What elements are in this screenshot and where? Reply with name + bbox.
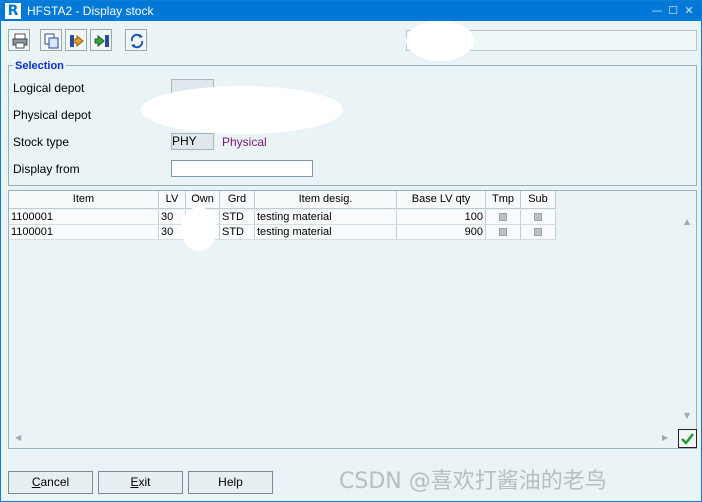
table-row-2-item[interactable]: 1100001 [9,225,159,240]
maximize-button[interactable]: ☐ [665,3,681,19]
help-button[interactable]: Help [188,471,273,494]
stock-type-code: PHY [172,134,197,148]
title-bar[interactable]: R HFSTA2 - Display stock — ☐ ✕ [1,1,701,21]
toolbar [1,21,701,61]
selection-group [8,65,697,186]
stock-type-description: Physical [222,135,267,149]
owner-redaction [181,207,217,251]
selection-legend: Selection [13,60,66,72]
table-row-1-tmp[interactable] [486,210,521,225]
arrow-left-icon [70,34,84,48]
scroll-left-icon[interactable]: ◀ [15,433,21,442]
table-row-1-sub[interactable] [521,210,556,225]
table-row-2-qty[interactable]: 900 [397,225,486,240]
column-header-lv[interactable]: LV [159,191,186,209]
checkmark-icon [681,433,694,445]
column-header-grd[interactable]: Grd [220,191,255,209]
stock-table: Item LV Own Grd Item desig. Base LV qty … [8,190,697,449]
column-header-sub[interactable]: Sub [521,191,556,209]
physical-depot-label: Physical depot [13,108,92,122]
close-button[interactable]: ✕ [681,3,697,19]
arrow-right-icon [94,34,109,48]
scroll-up-icon[interactable]: ▲ [684,217,690,226]
window-title: HFSTA2 - Display stock [27,4,154,18]
transfer-right-button[interactable] [90,29,112,51]
table-row-2-desig[interactable]: testing material [255,225,397,240]
table-row-2-tmp[interactable] [486,225,521,240]
cancel-button[interactable]: Cancel [8,471,93,494]
redaction-smudge [406,21,474,61]
sub-checkbox[interactable] [534,213,542,221]
transfer-left-button[interactable] [65,29,87,51]
horizontal-scrollbar[interactable]: ◀ ▶ [9,429,679,448]
physical-depot-redaction [141,86,343,134]
table-row-2-sub[interactable] [521,225,556,240]
copy-icon [44,33,59,49]
copy-button[interactable] [40,29,62,51]
display-from-field[interactable] [171,160,313,177]
app-icon: R [5,3,21,19]
column-header-base-lv-qty[interactable]: Base LV qty [397,191,486,209]
refresh-icon [130,33,144,49]
exit-label: xit [138,475,151,489]
display-from-label: Display from [13,162,80,176]
column-header-item-desig[interactable]: Item desig. [255,191,397,209]
vertical-scrollbar[interactable]: ▲ ▼ [679,211,696,427]
tmp-checkbox[interactable] [499,228,507,236]
column-header-item[interactable]: Item [9,191,159,209]
watermark: CSDN @喜欢打酱油的老鸟 [339,469,607,494]
column-header-tmp[interactable]: Tmp [486,191,521,209]
sub-checkbox[interactable] [534,228,542,236]
scroll-down-icon[interactable]: ▼ [684,411,690,420]
column-header-own[interactable]: Own [186,191,220,209]
minimize-button[interactable]: — [649,3,665,19]
cancel-label: ancel [40,475,70,489]
table-row-2-grd[interactable]: STD [220,225,255,240]
logical-depot-label: Logical depot [13,81,85,95]
refresh-button[interactable] [125,29,147,51]
print-button[interactable] [8,29,30,51]
confirm-button[interactable] [678,429,697,448]
table-row-1-grd[interactable]: STD [220,210,255,225]
exit-mnemonic: E [130,475,139,489]
scroll-right-icon[interactable]: ▶ [662,433,668,442]
main-window: R HFSTA2 - Display stock — ☐ ✕ Selection… [0,0,702,502]
printer-icon [12,33,28,49]
exit-button[interactable]: Exit [98,471,183,494]
tmp-checkbox[interactable] [499,213,507,221]
stock-type-label: Stock type [13,135,70,149]
table-row-1-qty[interactable]: 100 [397,210,486,225]
table-row-1-desig[interactable]: testing material [255,210,397,225]
table-row-1-item[interactable]: 1100001 [9,210,159,225]
